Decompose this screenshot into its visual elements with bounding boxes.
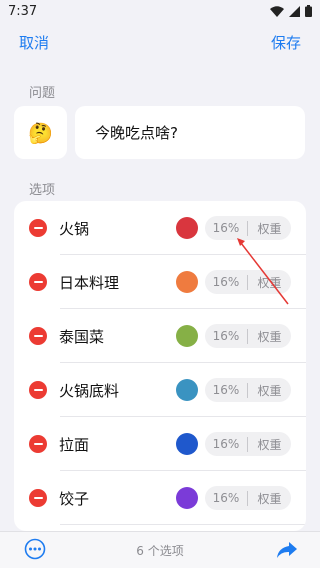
- remove-option-button[interactable]: [29, 219, 47, 237]
- weight-percent: 16%: [212, 275, 240, 289]
- option-name[interactable]: 泰国菜: [59, 326, 104, 347]
- option-row[interactable]: 火锅底料 16% 权重: [14, 363, 306, 417]
- weight-control[interactable]: 16% 权重: [205, 378, 291, 402]
- row-divider: [60, 524, 306, 525]
- bottom-toolbar: 6 个选项: [0, 531, 320, 568]
- option-color-swatch[interactable]: [176, 325, 198, 347]
- option-row[interactable]: 拉面 16% 权重: [14, 417, 306, 471]
- status-bar: 7:37: [0, 0, 320, 22]
- thinking-face-emoji: 🤔: [28, 120, 53, 145]
- cellular-signal-icon: [289, 5, 300, 17]
- minus-icon: [33, 497, 43, 499]
- wifi-icon: [270, 5, 284, 17]
- remove-option-button[interactable]: [29, 435, 47, 453]
- option-row[interactable]: 泰国菜 16% 权重: [14, 309, 306, 363]
- weight-label: 权重: [257, 329, 282, 344]
- weight-label: 权重: [257, 491, 282, 506]
- weight-label: 权重: [257, 383, 282, 398]
- weight-control[interactable]: 16% 权重: [205, 486, 291, 510]
- option-name[interactable]: 火锅: [59, 218, 89, 239]
- minus-icon: [33, 227, 43, 229]
- minus-icon: [33, 443, 43, 445]
- weight-percent: 16%: [212, 329, 240, 343]
- weight-control[interactable]: 16% 权重: [205, 270, 291, 294]
- option-name[interactable]: 拉面: [59, 434, 89, 455]
- save-button[interactable]: 保存: [271, 32, 301, 53]
- battery-icon: [305, 5, 312, 17]
- options-list: 火锅 16% 权重 日本料理 16% 权重 泰国菜 16% 权重 火锅底料 16…: [14, 201, 306, 531]
- weight-control[interactable]: 16% 权重: [205, 324, 291, 348]
- remove-option-button[interactable]: [29, 327, 47, 345]
- question-input[interactable]: 今晚吃点啥?: [75, 106, 305, 159]
- weight-percent: 16%: [212, 383, 240, 397]
- status-icons: [270, 5, 312, 17]
- option-row[interactable]: 日本料理 16% 权重: [14, 255, 306, 309]
- nav-bar: 取消 保存: [0, 24, 320, 60]
- question-section-label: 问题: [29, 86, 56, 101]
- question-emoji-button[interactable]: 🤔: [14, 106, 67, 159]
- remove-option-button[interactable]: [29, 273, 47, 291]
- status-time: 7:37: [8, 3, 38, 19]
- weight-control[interactable]: 16% 权重: [205, 432, 291, 456]
- question-text: 今晚吃点啥?: [95, 124, 178, 142]
- option-color-swatch[interactable]: [176, 271, 198, 293]
- option-name[interactable]: 日本料理: [59, 272, 119, 293]
- remove-option-button[interactable]: [29, 489, 47, 507]
- weight-percent: 16%: [212, 491, 240, 505]
- minus-icon: [33, 389, 43, 391]
- option-color-swatch[interactable]: [176, 487, 198, 509]
- weight-label: 权重: [257, 437, 282, 452]
- minus-icon: [33, 281, 43, 283]
- weight-label: 权重: [257, 275, 282, 290]
- share-icon[interactable]: [275, 539, 299, 561]
- option-row[interactable]: 饺子 16% 权重: [14, 471, 306, 525]
- option-color-swatch[interactable]: [176, 379, 198, 401]
- weight-label: 权重: [257, 221, 282, 236]
- weight-percent: 16%: [212, 221, 240, 235]
- option-count: 6 个选项: [136, 544, 184, 558]
- remove-option-button[interactable]: [29, 381, 47, 399]
- option-row[interactable]: 火锅 16% 权重: [14, 201, 306, 255]
- cancel-button[interactable]: 取消: [19, 32, 49, 53]
- weight-control[interactable]: 16% 权重: [205, 216, 291, 240]
- option-color-swatch[interactable]: [176, 217, 198, 239]
- option-name[interactable]: 火锅底料: [59, 380, 119, 401]
- options-section-label: 选项: [29, 183, 56, 198]
- minus-icon: [33, 335, 43, 337]
- weight-percent: 16%: [212, 437, 240, 451]
- option-color-swatch[interactable]: [176, 433, 198, 455]
- option-name[interactable]: 饺子: [59, 488, 89, 509]
